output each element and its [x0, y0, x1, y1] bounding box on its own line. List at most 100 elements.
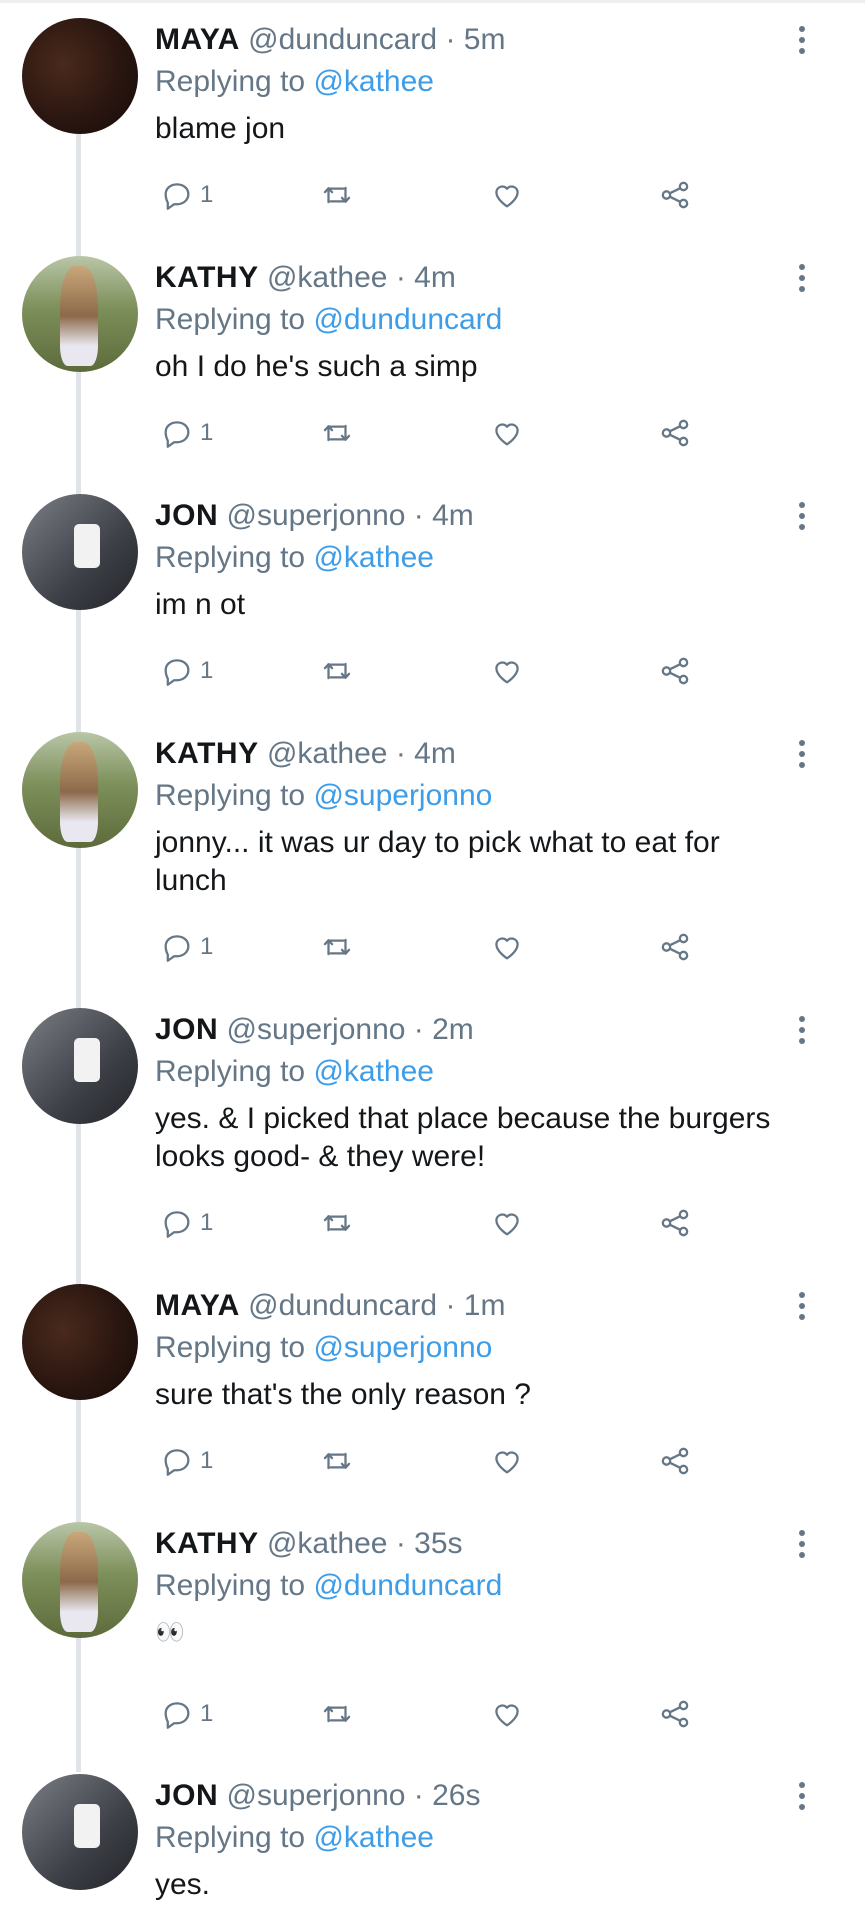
share-button[interactable]: [658, 927, 692, 967]
reply-icon: [164, 421, 190, 448]
avatar[interactable]: [22, 732, 138, 848]
avatar[interactable]: [22, 1522, 138, 1638]
avatar[interactable]: [22, 494, 138, 610]
timestamp[interactable]: · 4m: [396, 737, 456, 770]
reply-button[interactable]: 1: [160, 1694, 213, 1734]
display-name[interactable]: MAYA: [155, 1289, 240, 1322]
handle[interactable]: @dunduncard: [248, 1289, 437, 1322]
reply-to-handle[interactable]: @dunduncard: [313, 303, 502, 336]
more-icon[interactable]: [790, 1778, 814, 1818]
reply-to-handle[interactable]: @superjonno: [313, 779, 492, 812]
more-icon[interactable]: [790, 22, 814, 62]
display-name[interactable]: KATHY: [155, 261, 259, 294]
replying-to: Replying to @dunduncard: [155, 1568, 502, 1604]
reply-button[interactable]: 1: [160, 651, 213, 691]
replying-to: Replying to @superjonno: [155, 778, 492, 814]
like-button[interactable]: [490, 651, 524, 691]
retweet-button[interactable]: [320, 175, 354, 215]
timestamp[interactable]: · 1m: [445, 1289, 505, 1322]
like-button[interactable]: [490, 175, 524, 215]
tweet-text: jonny... it was ur day to pick what to e…: [155, 826, 720, 897]
timestamp[interactable]: · 35s: [396, 1527, 463, 1560]
retweet-icon: [323, 1214, 351, 1232]
tweet[interactable]: MAYA @dunduncard · 5m Replying to @kathe…: [0, 0, 865, 238]
timestamp[interactable]: · 2m: [414, 1013, 474, 1046]
retweet-button[interactable]: [320, 651, 354, 691]
like-button[interactable]: [490, 927, 524, 967]
tweet[interactable]: KATHY @kathee · 4m Replying to @dundunca…: [0, 238, 865, 476]
timestamp[interactable]: · 4m: [396, 261, 456, 294]
tweet-header: JON @superjonno · 26s: [155, 1778, 480, 1814]
display-name[interactable]: JON: [155, 499, 218, 532]
handle[interactable]: @kathee: [267, 1527, 388, 1560]
reply-to-handle[interactable]: @kathee: [313, 1821, 434, 1854]
tweet-text: blame jon: [155, 112, 286, 145]
share-button[interactable]: [658, 413, 692, 453]
avatar[interactable]: [22, 1284, 138, 1400]
retweet-button[interactable]: [320, 927, 354, 967]
like-button[interactable]: [490, 1441, 524, 1481]
reply-count: 1: [200, 1700, 214, 1727]
retweet-icon: [323, 424, 351, 442]
reply-button[interactable]: 1: [160, 175, 213, 215]
tweet[interactable]: MAYA @dunduncard · 1m Replying to @super…: [0, 1266, 865, 1504]
display-name[interactable]: KATHY: [155, 1527, 259, 1560]
handle[interactable]: @dunduncard: [248, 23, 437, 56]
like-button[interactable]: [490, 1694, 524, 1734]
avatar[interactable]: [22, 1008, 138, 1124]
share-button[interactable]: [658, 175, 692, 215]
avatar[interactable]: [22, 1774, 138, 1890]
action-bar: 1: [160, 1441, 720, 1481]
retweet-button[interactable]: [320, 1203, 354, 1243]
retweet-button[interactable]: [320, 1694, 354, 1734]
tweet[interactable]: KATHY @kathee · 4m Replying to @superjon…: [0, 714, 865, 990]
tweet[interactable]: JON @superjonno · 2m Replying to @kathee…: [0, 990, 865, 1266]
share-button[interactable]: [658, 651, 692, 691]
timestamp[interactable]: · 4m: [414, 499, 474, 532]
avatar[interactable]: [22, 18, 138, 134]
more-icon[interactable]: [790, 260, 814, 300]
tweet-header: KATHY @kathee · 4m: [155, 260, 456, 296]
more-icon[interactable]: [790, 1526, 814, 1566]
tweet-text: yes. & I picked that place because the b…: [155, 1102, 771, 1173]
like-button[interactable]: [490, 1203, 524, 1243]
share-button[interactable]: [658, 1441, 692, 1481]
reply-button[interactable]: 1: [160, 927, 213, 967]
share-button[interactable]: [658, 1694, 692, 1734]
reply-button[interactable]: 1: [160, 1441, 213, 1481]
reply-to-handle[interactable]: @kathee: [313, 65, 434, 98]
reply-to-handle[interactable]: @kathee: [313, 541, 434, 574]
more-icon[interactable]: [790, 736, 814, 776]
like-button[interactable]: [490, 413, 524, 453]
more-icon[interactable]: [790, 1288, 814, 1328]
handle[interactable]: @superjonno: [227, 1779, 406, 1812]
tweet[interactable]: KATHY @kathee · 35s Replying to @dundunc…: [0, 1504, 865, 1756]
handle[interactable]: @kathee: [267, 261, 388, 294]
action-bar: 1: [160, 1203, 720, 1243]
more-icon[interactable]: [790, 1012, 814, 1052]
display-name[interactable]: KATHY: [155, 737, 259, 770]
avatar[interactable]: [22, 256, 138, 372]
tweet[interactable]: JON @superjonno · 4m Replying to @kathee…: [0, 476, 865, 714]
share-button[interactable]: [658, 1203, 692, 1243]
tweet[interactable]: JON @superjonno · 26s Replying to @kathe…: [0, 1756, 865, 1920]
reply-button[interactable]: 1: [160, 413, 213, 453]
display-name[interactable]: MAYA: [155, 23, 240, 56]
timestamp[interactable]: · 5m: [445, 23, 505, 56]
handle[interactable]: @kathee: [267, 737, 388, 770]
handle[interactable]: @superjonno: [227, 499, 406, 532]
retweet-button[interactable]: [320, 413, 354, 453]
display-name[interactable]: JON: [155, 1779, 218, 1812]
more-icon[interactable]: [790, 498, 814, 538]
reply-to-handle[interactable]: @superjonno: [313, 1331, 492, 1364]
reply-icon: [164, 935, 190, 962]
reply-count: 1: [200, 1447, 214, 1474]
display-name[interactable]: JON: [155, 1013, 218, 1046]
reply-to-handle[interactable]: @dunduncard: [313, 1569, 502, 1602]
timestamp[interactable]: · 26s: [414, 1779, 481, 1812]
reply-to-handle[interactable]: @kathee: [313, 1055, 434, 1088]
retweet-button[interactable]: [320, 1441, 354, 1481]
handle[interactable]: @superjonno: [227, 1013, 406, 1046]
tweet-text: sure that's the only reason ?: [155, 1378, 531, 1411]
reply-button[interactable]: 1: [160, 1203, 213, 1243]
